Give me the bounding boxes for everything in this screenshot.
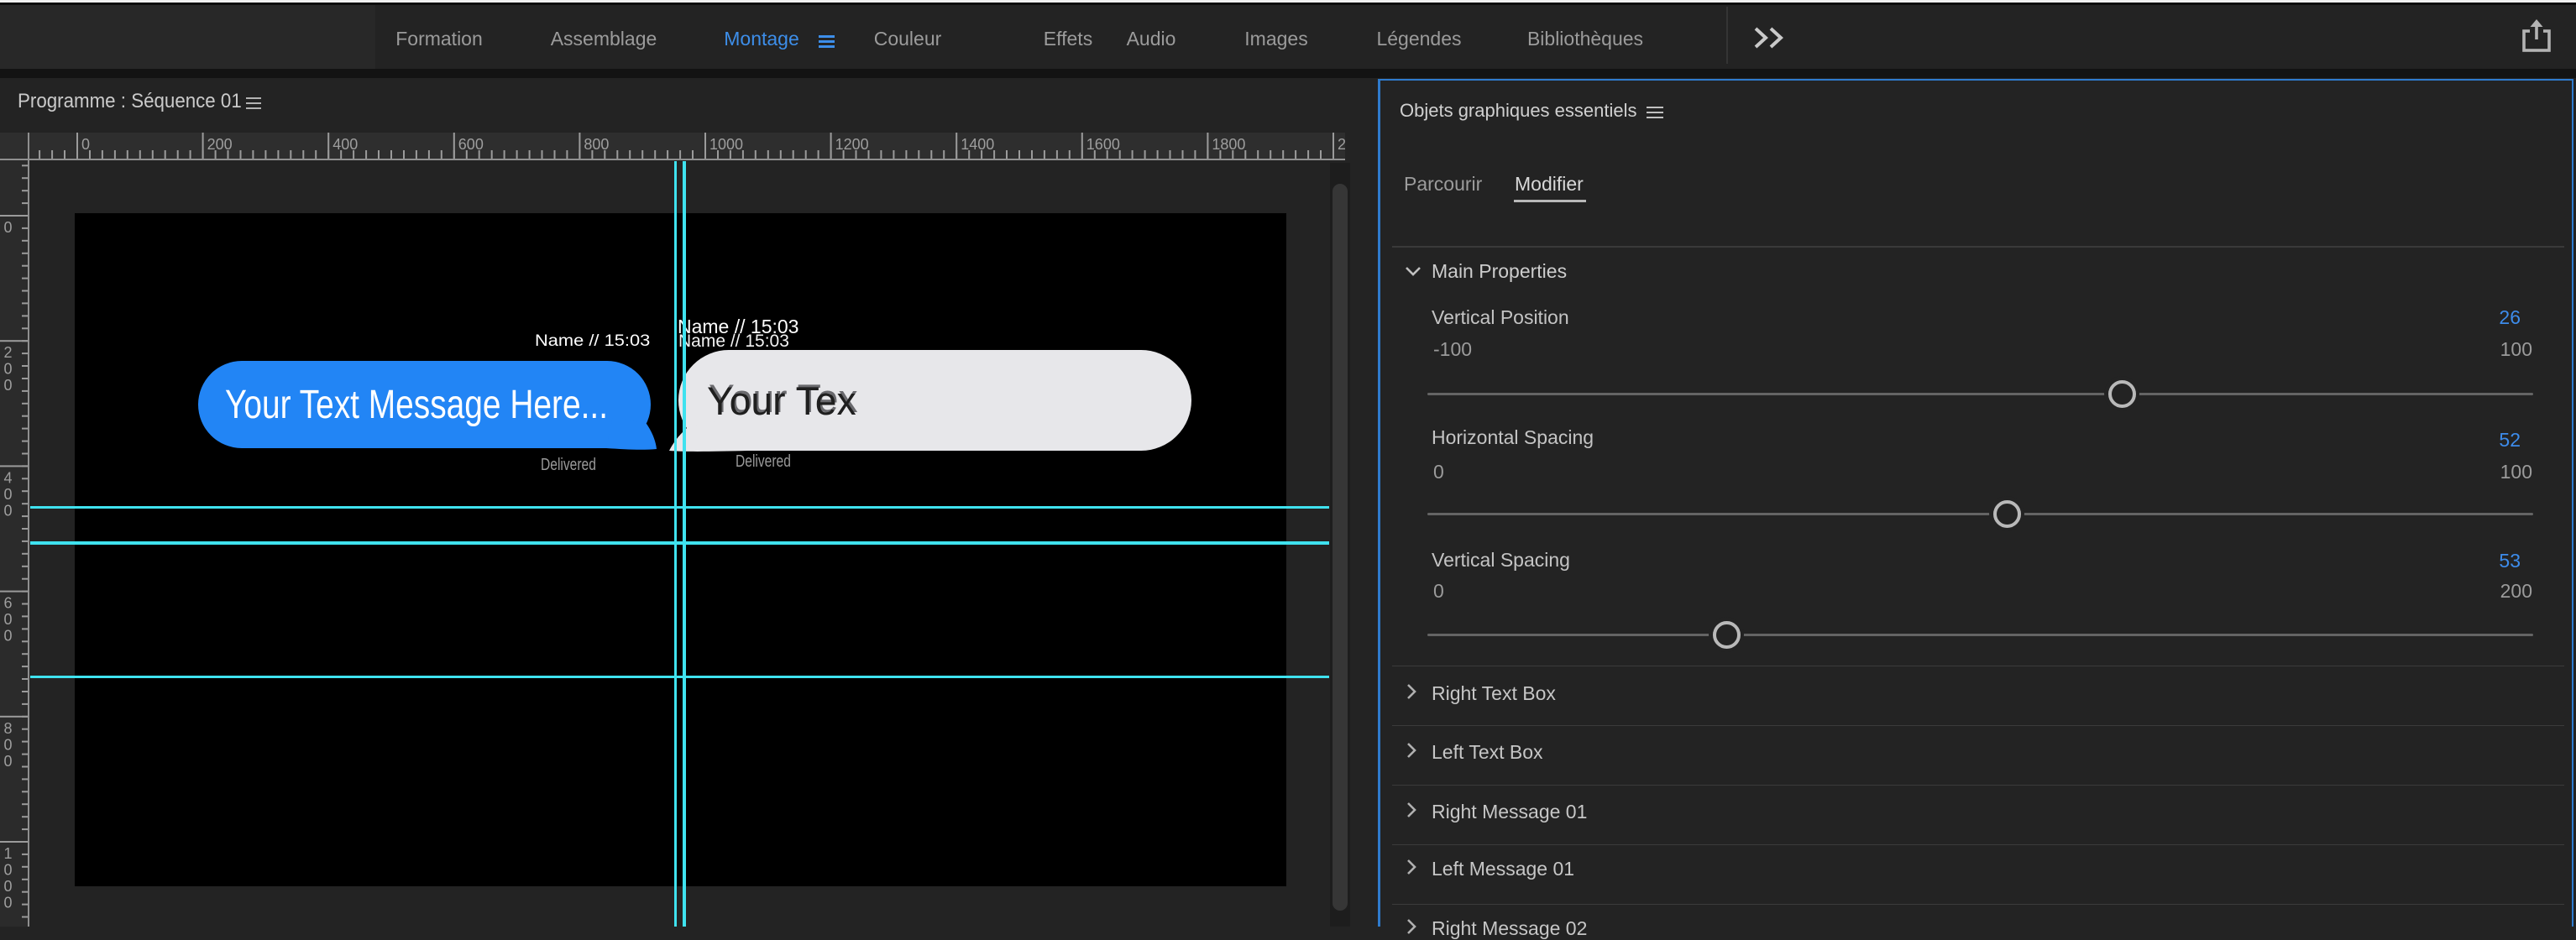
svg-text:0: 0	[3, 736, 12, 753]
svg-text:0: 0	[3, 895, 12, 911]
svg-text:4: 4	[3, 469, 12, 486]
svg-text:2000: 2000	[1338, 136, 1345, 153]
svg-text:0: 0	[3, 486, 12, 503]
svg-text:800: 800	[584, 136, 609, 153]
svg-text:8: 8	[3, 720, 12, 737]
svg-text:6: 6	[3, 595, 12, 612]
svg-text:1: 1	[3, 845, 12, 862]
svg-text:0: 0	[3, 878, 12, 895]
svg-text:1600: 1600	[1086, 136, 1120, 153]
svg-text:0: 0	[3, 361, 12, 378]
svg-text:400: 400	[332, 136, 358, 153]
svg-text:1200: 1200	[835, 136, 869, 153]
svg-text:0: 0	[3, 628, 12, 645]
svg-text:600: 600	[458, 136, 484, 153]
svg-text:1400: 1400	[961, 136, 994, 153]
svg-text:0: 0	[3, 611, 12, 628]
svg-text:0: 0	[3, 219, 12, 236]
svg-text:0: 0	[3, 862, 12, 879]
svg-text:0: 0	[81, 136, 90, 153]
svg-text:200: 200	[207, 136, 233, 153]
svg-text:1000: 1000	[709, 136, 743, 153]
svg-text:0: 0	[3, 377, 12, 394]
svg-text:1800: 1800	[1212, 136, 1245, 153]
svg-text:2: 2	[3, 344, 12, 361]
svg-text:0: 0	[3, 502, 12, 519]
svg-text:0: 0	[3, 753, 12, 770]
